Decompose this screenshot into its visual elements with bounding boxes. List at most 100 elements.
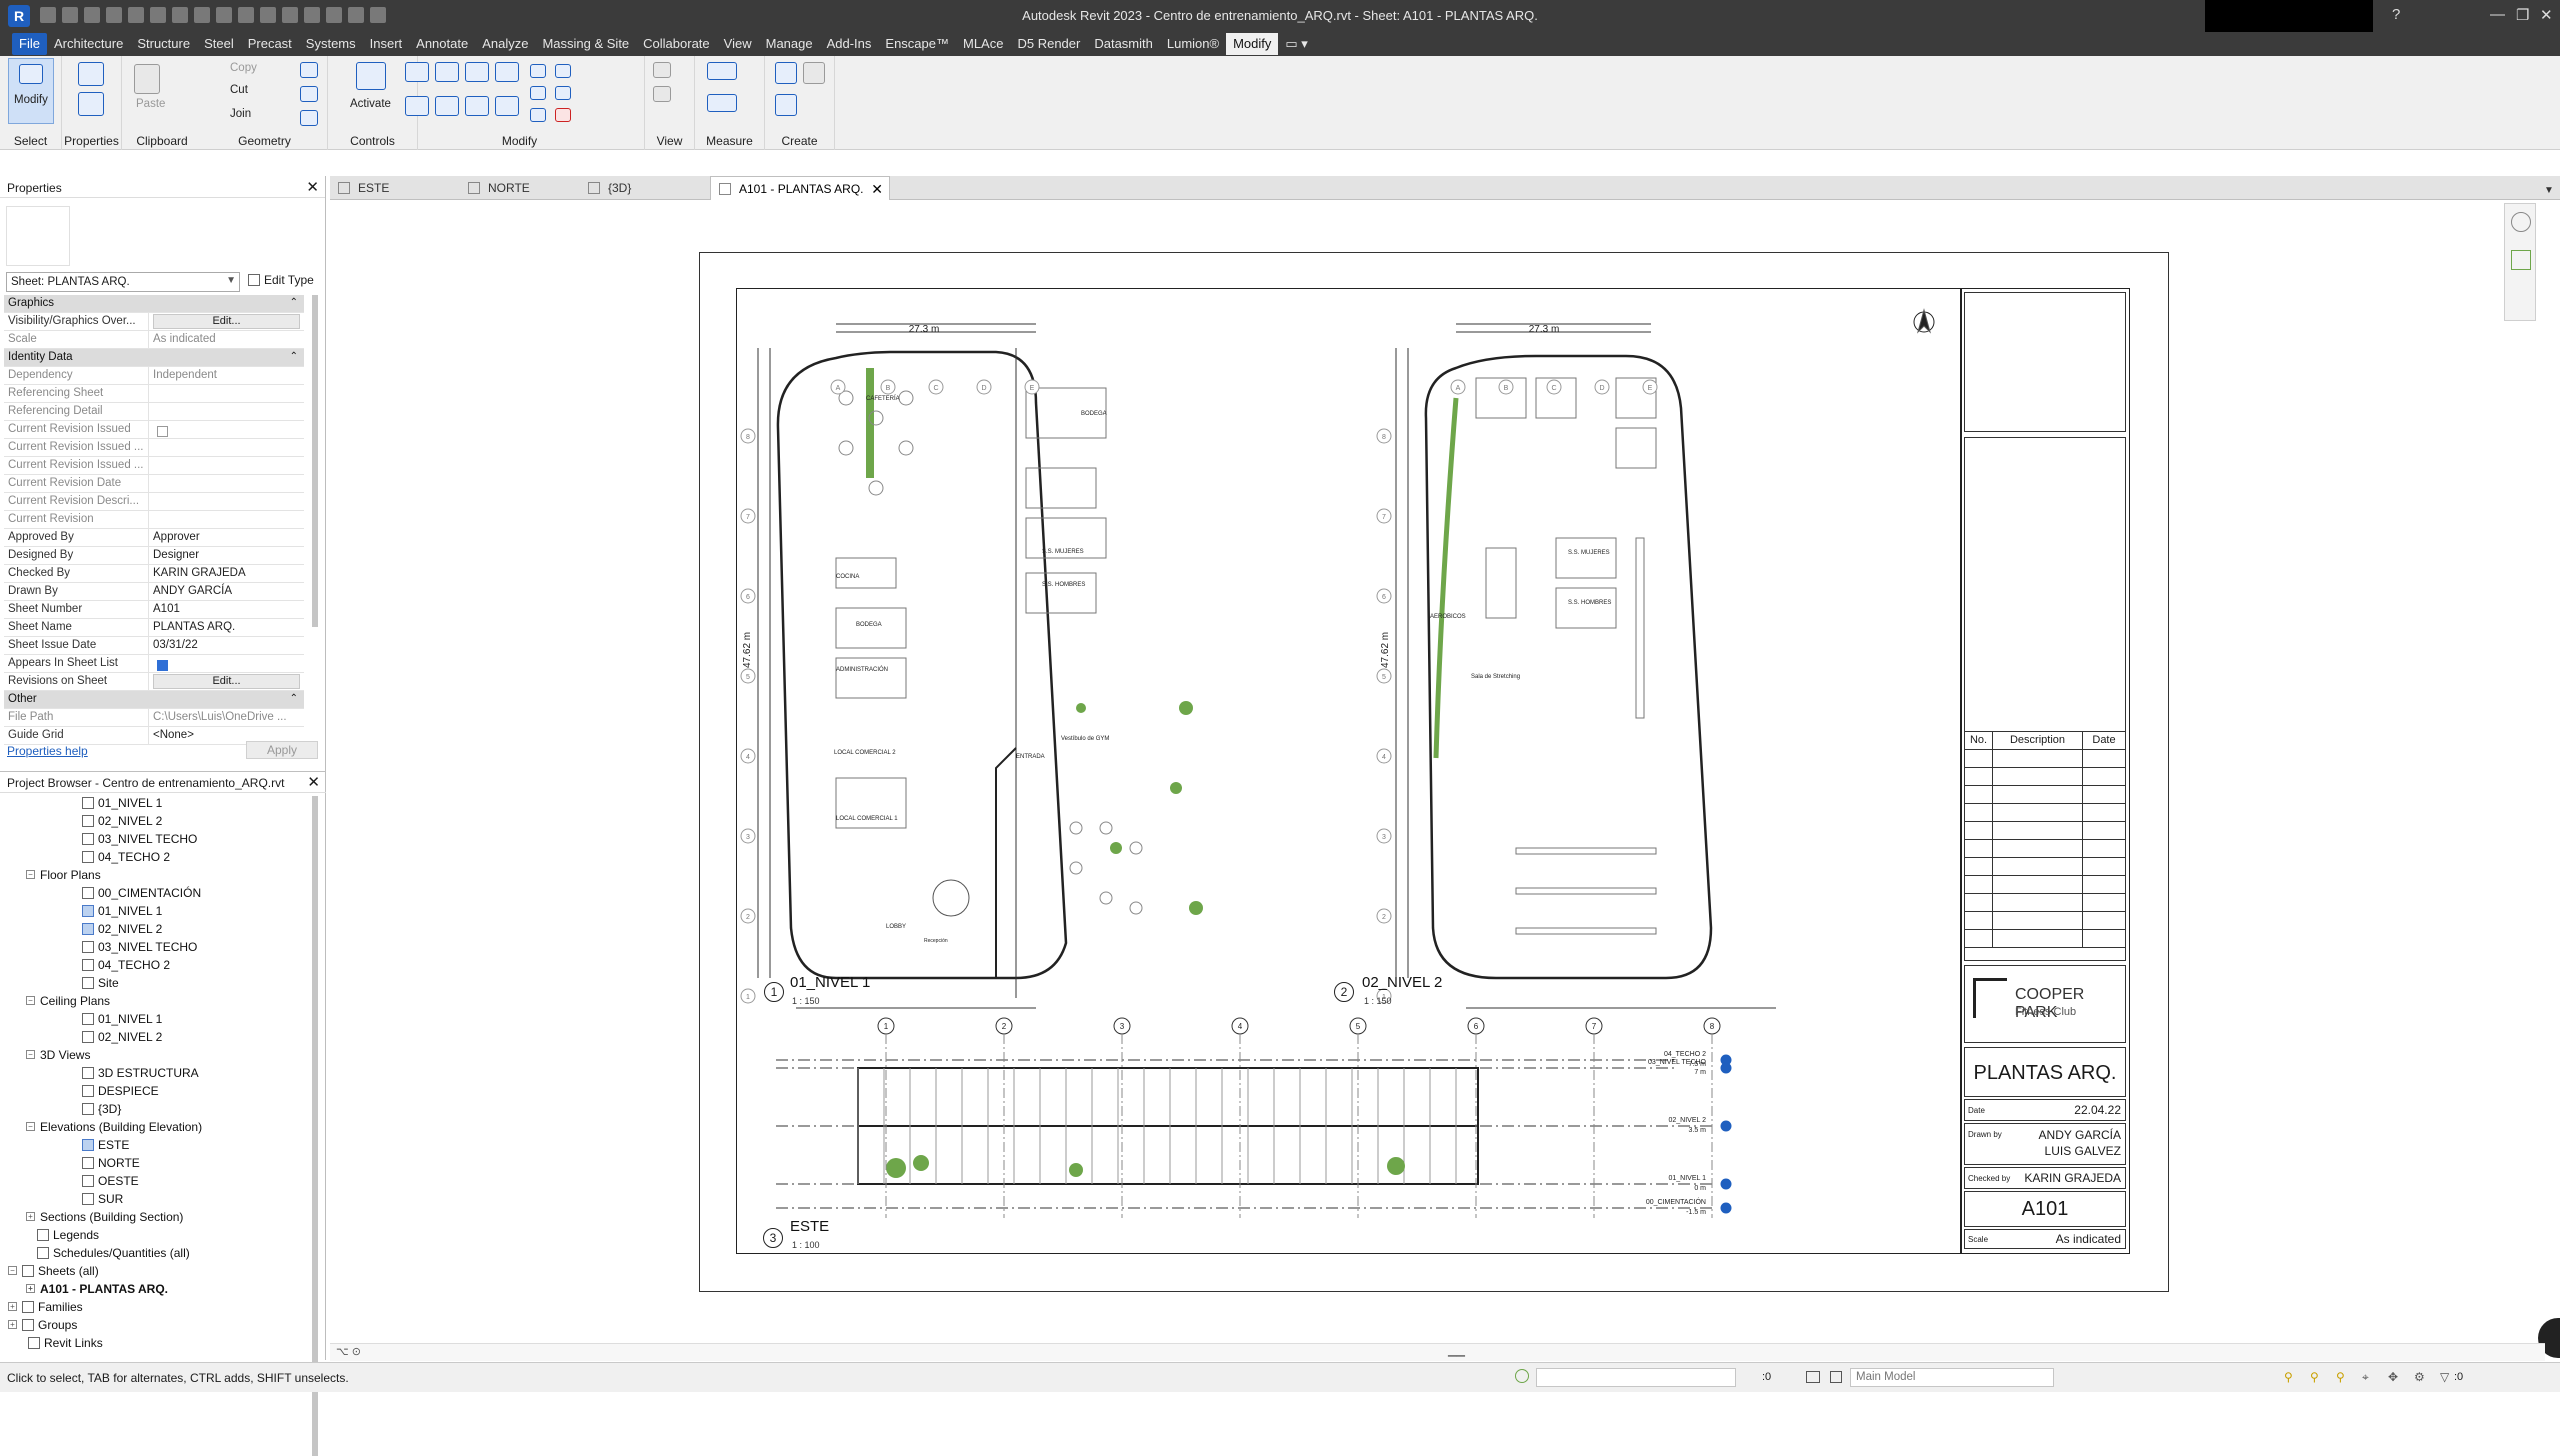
steering-wheel-icon[interactable] [2511, 212, 2531, 232]
property-row[interactable]: Scale As indicated [4, 331, 304, 349]
tab-3d[interactable]: {3D} [580, 176, 710, 200]
design-options-icon[interactable] [1806, 1371, 1820, 1383]
account-area[interactable] [2205, 0, 2373, 32]
view-control-icon[interactable]: ⌥ ⊙ [336, 1345, 361, 1358]
browser-scrollbar[interactable] [312, 796, 318, 1456]
collapse-icon[interactable]: ⌃ [284, 691, 304, 708]
browser-item[interactable]: Legends [0, 1226, 318, 1244]
trim-icon[interactable] [495, 96, 519, 116]
property-value[interactable]: Designer [149, 547, 304, 564]
minimize-icon[interactable]: — [2490, 6, 2505, 23]
level-head-icon[interactable] [1720, 1120, 1732, 1132]
menu-tab-manage[interactable]: Manage [759, 33, 820, 55]
close-browser-icon[interactable]: ✕ [307, 773, 320, 791]
measure-icon[interactable] [707, 62, 737, 80]
menu-tab-steel[interactable]: Steel [197, 33, 241, 55]
property-value[interactable] [149, 439, 304, 456]
expand-icon[interactable]: + [26, 1212, 35, 1221]
property-row[interactable]: Sheet Name PLANTAS ARQ. [4, 619, 304, 637]
browser-item[interactable]: − Sheets (all) [0, 1262, 318, 1280]
edit-type-button[interactable]: Edit Type [248, 273, 314, 287]
view2-title[interactable]: 02_NIVEL 2 [1362, 974, 1442, 991]
browser-item[interactable]: 03_NIVEL TECHO [0, 938, 318, 956]
edit-button[interactable]: Edit... [153, 314, 300, 329]
property-value[interactable] [149, 457, 304, 474]
mirror-pick-icon[interactable] [465, 62, 489, 82]
collapse-icon[interactable]: − [26, 1050, 35, 1059]
browser-item[interactable]: − Floor Plans [0, 866, 318, 884]
split-gap-icon[interactable] [555, 64, 571, 78]
apply-button[interactable]: Apply [246, 741, 318, 759]
browser-item[interactable]: OESTE [0, 1172, 318, 1190]
zoom-icon[interactable] [2511, 250, 2531, 270]
property-value[interactable]: C:\Users\Luis\OneDrive ... [149, 709, 304, 726]
menu-tab-annotate[interactable]: Annotate [409, 33, 475, 55]
property-value[interactable]: Independent [149, 367, 304, 384]
paste-icon[interactable] [134, 64, 160, 94]
expand-icon[interactable]: + [26, 1284, 35, 1293]
collapse-icon[interactable]: − [26, 996, 35, 1005]
edit-button[interactable]: Edit... [153, 674, 300, 689]
select-label[interactable]: Select [0, 134, 61, 148]
tab-este[interactable]: ESTE [330, 176, 450, 200]
split-face-icon[interactable] [300, 86, 318, 102]
override-icon[interactable] [653, 62, 671, 78]
menu-tab-modify[interactable]: Modify [1226, 33, 1279, 55]
rotate-icon[interactable] [465, 96, 489, 116]
property-value[interactable] [149, 511, 304, 528]
link-icon[interactable]: ⚲ [2284, 1370, 2293, 1384]
property-section[interactable]: Identity Data ⌃ [4, 349, 304, 367]
property-row[interactable]: Appears In Sheet List [4, 655, 304, 673]
browser-item[interactable]: −3D Views [0, 1046, 318, 1064]
property-row[interactable]: Sheet Issue Date 03/31/22 [4, 637, 304, 655]
browser-item[interactable]: + A101 - PLANTAS ARQ. [0, 1280, 318, 1298]
property-row[interactable]: Dependency Independent [4, 367, 304, 385]
close-icon[interactable]: ✕ [2540, 6, 2553, 24]
level-head-icon[interactable] [1720, 1062, 1732, 1074]
collapse-icon[interactable]: − [8, 1266, 17, 1275]
title-block[interactable]: No. Description Date COOPER PARK Fitness… [1960, 288, 2130, 1254]
browser-item[interactable]: 01_NIVEL 1 [0, 1010, 318, 1028]
properties-help-link[interactable]: Properties help [7, 744, 88, 758]
property-value[interactable] [149, 493, 304, 510]
activate-icon[interactable] [356, 62, 386, 90]
property-row[interactable]: Current Revision Date [4, 475, 304, 493]
type-selector[interactable]: Sheet: PLANTAS ARQ. ▼ [6, 272, 240, 292]
cope-icon[interactable] [300, 62, 318, 78]
property-row[interactable]: Visibility/Graphics Over... Edit... [4, 313, 304, 331]
properties-scrollbar[interactable] [312, 295, 318, 627]
checkbox[interactable] [157, 660, 168, 671]
copy-label[interactable]: Copy [230, 62, 257, 74]
array-icon[interactable] [530, 86, 546, 100]
move-icon[interactable] [405, 96, 429, 116]
browser-item[interactable]: 02_NIVEL 2 [0, 920, 318, 938]
collapse-icon[interactable]: − [26, 1122, 35, 1131]
expand-icon[interactable]: + [8, 1302, 17, 1311]
browser-item[interactable]: ESTE [0, 1136, 318, 1154]
browser-item[interactable]: + Families [0, 1298, 318, 1316]
create-group-icon[interactable] [775, 94, 797, 116]
property-row[interactable]: Current Revision Issued ... [4, 457, 304, 475]
browser-item[interactable]: − Ceiling Plans [0, 992, 318, 1010]
menu-tab-enscape-[interactable]: Enscape™ [878, 33, 956, 55]
property-row[interactable]: Designed By Designer [4, 547, 304, 565]
browser-item[interactable]: Schedules/Quantities (all) [0, 1244, 318, 1262]
menu-tab-analyze[interactable]: Analyze [475, 33, 535, 55]
property-row[interactable]: Current Revision [4, 511, 304, 529]
browser-item[interactable]: 3D ESTRUCTURA [0, 1064, 318, 1082]
browser-item[interactable]: 00_CIMENTACIÓN [0, 884, 318, 902]
menu-tab-precast[interactable]: Precast [241, 33, 299, 55]
checkbox[interactable] [157, 426, 168, 437]
create-parts-icon[interactable] [803, 62, 825, 84]
design-option-select[interactable]: Main Model [1850, 1368, 2054, 1387]
browser-item[interactable]: 01_NIVEL 1 [0, 794, 318, 812]
property-row[interactable]: Referencing Sheet [4, 385, 304, 403]
property-row[interactable]: Checked By KARIN GRAJEDA [4, 565, 304, 583]
property-value[interactable]: Approver [149, 529, 304, 546]
property-row[interactable]: Drawn By ANDY GARCÍA [4, 583, 304, 601]
property-row[interactable]: Referencing Detail [4, 403, 304, 421]
property-value[interactable] [149, 403, 304, 420]
menu-tab-file[interactable]: File [12, 33, 47, 55]
browser-item[interactable]: NORTE [0, 1154, 318, 1172]
splitter-icon[interactable]: ▁▁ [1448, 1344, 1465, 1357]
